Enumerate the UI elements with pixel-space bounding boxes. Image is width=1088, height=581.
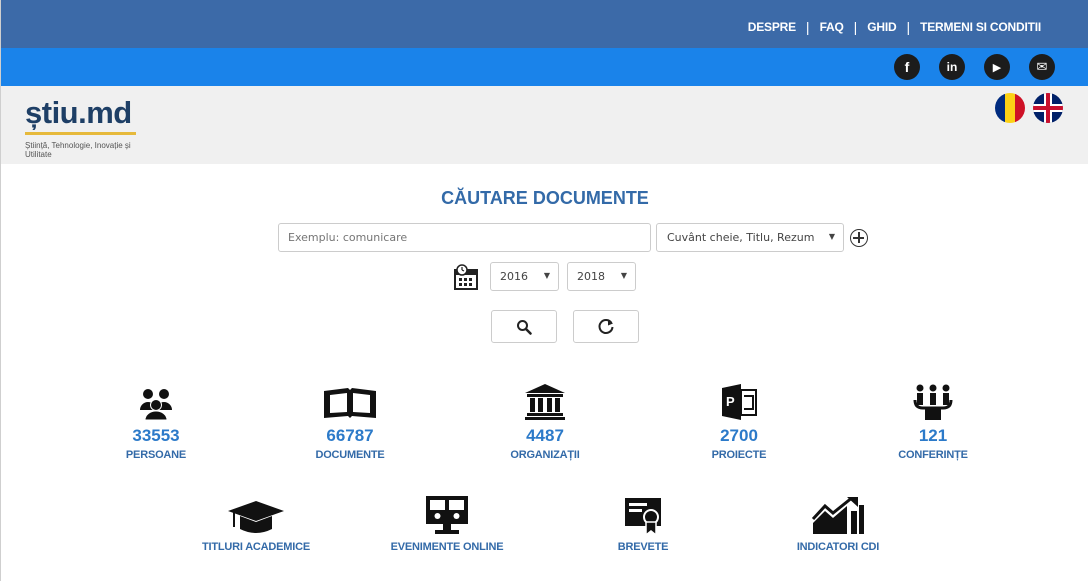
brand-bar: știu.md Știință, Tehnologie, Inovație și… bbox=[1, 86, 1088, 164]
category-indicatori-cdi[interactable]: INDICATORI CDI bbox=[753, 495, 923, 553]
project-icon: P bbox=[722, 384, 757, 420]
refresh-icon bbox=[598, 318, 614, 334]
online-event-icon bbox=[426, 496, 468, 534]
conference-icon bbox=[913, 384, 953, 420]
email-icon[interactable]: ✉ bbox=[1029, 54, 1055, 80]
stat-label: CONFERINȚE bbox=[898, 449, 968, 461]
stat-count: 33553 bbox=[132, 426, 180, 445]
stat-count: 66787 bbox=[326, 426, 374, 445]
category-label: INDICATORI CDI bbox=[796, 541, 880, 553]
language-switcher bbox=[995, 93, 1063, 123]
logo-underline bbox=[25, 132, 136, 135]
top-nav: DESPRE | FAQ | GHID | TERMENI SI CONDITI… bbox=[748, 19, 1041, 35]
nav-link-despre[interactable]: DESPRE bbox=[748, 20, 796, 34]
facebook-icon[interactable]: f bbox=[894, 54, 920, 80]
nav-separator: | bbox=[805, 19, 810, 35]
search-button[interactable] bbox=[491, 310, 557, 343]
search-title: CĂUTARE DOCUMENTE bbox=[441, 188, 649, 208]
stat-count: 4487 bbox=[526, 426, 564, 445]
top-bar: DESPRE | FAQ | GHID | TERMENI SI CONDITI… bbox=[1, 0, 1088, 48]
search-input[interactable] bbox=[278, 223, 651, 252]
stat-documente[interactable]: 66787 DOCUMENTE bbox=[275, 380, 425, 461]
nav-separator: | bbox=[906, 19, 911, 35]
stat-count: 121 bbox=[918, 426, 948, 445]
year-to-value: 2018 bbox=[577, 270, 605, 283]
romanian-flag-icon[interactable] bbox=[995, 93, 1025, 123]
stat-label: DOCUMENTE bbox=[315, 449, 385, 461]
add-criteria-icon[interactable] bbox=[850, 229, 868, 247]
search-field-value: Cuvânt cheie, Titlu, Rezum bbox=[667, 231, 815, 244]
site-logo[interactable]: știu.md Știință, Tehnologie, Inovație și… bbox=[25, 95, 145, 159]
linkedin-icon[interactable]: in bbox=[939, 54, 965, 80]
category-label: BREVETE bbox=[617, 541, 669, 553]
svg-text:P: P bbox=[726, 394, 735, 409]
year-from-value: 2016 bbox=[500, 270, 528, 283]
chart-icon bbox=[811, 497, 864, 534]
category-label: EVENIMENTE ONLINE bbox=[390, 541, 504, 553]
category-label: TITLURI ACADEMICE bbox=[201, 541, 311, 553]
stat-label: ORGANIZAȚII bbox=[510, 449, 580, 461]
category-brevete[interactable]: BREVETE bbox=[558, 495, 728, 553]
nav-link-termeni[interactable]: TERMENI SI CONDITII bbox=[920, 20, 1041, 34]
institution-icon bbox=[525, 384, 565, 420]
youtube-icon[interactable]: ▶ bbox=[984, 54, 1010, 80]
search-field-select[interactable]: Cuvânt cheie, Titlu, Rezum ▼ bbox=[656, 223, 844, 252]
stat-persoane[interactable]: 33553 PERSOANE bbox=[81, 380, 231, 461]
certificate-icon bbox=[625, 498, 661, 535]
chevron-down-icon: ▼ bbox=[543, 271, 550, 280]
english-flag-icon[interactable] bbox=[1033, 93, 1063, 123]
chevron-down-icon: ▼ bbox=[620, 271, 627, 280]
logo-tagline: Știință, Tehnologie, Inovație și Utilita… bbox=[25, 141, 131, 159]
social-bar: f in ▶ ✉ bbox=[1, 48, 1088, 86]
graduation-cap-icon bbox=[228, 501, 284, 533]
stat-conferinte[interactable]: 121 CONFERINȚE bbox=[858, 380, 1008, 461]
category-evenimente-online[interactable]: EVENIMENTE ONLINE bbox=[362, 495, 532, 553]
chevron-down-icon: ▼ bbox=[828, 232, 835, 241]
users-icon bbox=[140, 389, 172, 420]
stat-label: PERSOANE bbox=[125, 449, 187, 461]
logo-text: știu.md bbox=[25, 95, 132, 130]
stat-label: PROIECTE bbox=[711, 449, 767, 461]
reset-button[interactable] bbox=[573, 310, 639, 343]
stat-count: 2700 bbox=[720, 426, 758, 445]
nav-link-faq[interactable]: FAQ bbox=[820, 20, 844, 34]
year-to-select[interactable]: 2018 ▼ bbox=[567, 262, 636, 291]
category-titluri-academice[interactable]: TITLURI ACADEMICE bbox=[171, 495, 341, 553]
year-from-select[interactable]: 2016 ▼ bbox=[490, 262, 559, 291]
nav-separator: | bbox=[853, 19, 858, 35]
nav-link-ghid[interactable]: GHID bbox=[867, 20, 896, 34]
book-icon bbox=[324, 388, 376, 418]
stat-organizatii[interactable]: 4487 ORGANIZAȚII bbox=[470, 380, 620, 461]
search-icon bbox=[517, 319, 532, 335]
calendar-icon bbox=[454, 264, 478, 290]
stat-proiecte[interactable]: P 2700 PROIECTE bbox=[664, 380, 814, 461]
social-links: f in ▶ ✉ bbox=[894, 54, 1055, 80]
